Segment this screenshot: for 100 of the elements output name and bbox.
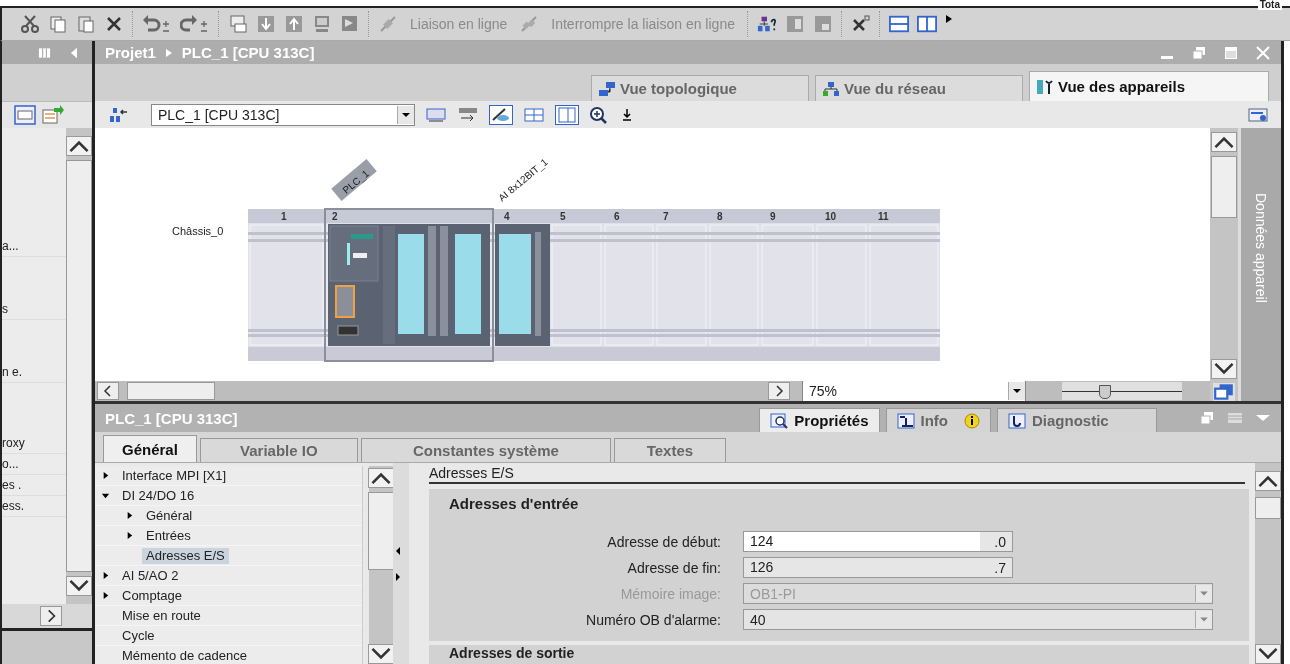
- more-icon[interactable]: [944, 14, 953, 24]
- copy-icon[interactable]: [48, 14, 68, 34]
- rename-icon[interactable]: [457, 105, 479, 124]
- redo-icon[interactable]: [180, 14, 210, 34]
- grid-icon[interactable]: [523, 105, 545, 124]
- nav-item[interactable]: Général: [142, 507, 197, 524]
- undo-icon[interactable]: [142, 14, 172, 34]
- properties-tab[interactable]: Constantes système: [360, 438, 611, 462]
- split-vertical-icon[interactable]: [916, 14, 937, 34]
- nav-item[interactable]: Cycle: [118, 627, 159, 644]
- device-dropdown[interactable]: PLC_1 [CPU 313C]: [151, 103, 415, 126]
- slot-number: 1: [281, 211, 287, 222]
- slot-number: 4: [504, 211, 510, 222]
- scrollbar[interactable]: [1255, 463, 1281, 664]
- nav-item[interactable]: Entrées: [142, 527, 195, 544]
- scroll-down-icon[interactable]: [1255, 644, 1281, 664]
- compile-icon[interactable]: [228, 14, 248, 34]
- view-tab[interactable]: Vue des appareils: [1029, 71, 1269, 101]
- slot-number: 8: [717, 211, 723, 222]
- scroll-down-icon[interactable]: [368, 644, 394, 664]
- scroll-up-icon[interactable]: [368, 468, 394, 488]
- scroll-down-icon[interactable]: [1211, 359, 1237, 379]
- runtime-icon[interactable]: [340, 14, 360, 34]
- scroll-up-icon[interactable]: [1255, 471, 1281, 491]
- network-icon[interactable]: [107, 105, 129, 124]
- collapsed-arrow-icon[interactable]: [125, 531, 134, 540]
- breadcrumb-arrow-icon: [165, 48, 172, 57]
- collapsed-arrow-icon[interactable]: [125, 511, 134, 520]
- nav-item[interactable]: Interface MPI [X1]: [118, 467, 231, 484]
- nav-item[interactable]: Adresses E/S: [142, 547, 229, 564]
- scrollbar-thumb[interactable]: [127, 382, 215, 400]
- stethoscope-icon: [1008, 412, 1026, 429]
- nav-item[interactable]: Comptage: [118, 587, 186, 604]
- collapsed-arrow-icon[interactable]: [101, 571, 110, 580]
- info-icon: [896, 412, 915, 429]
- collapsed-arrow-icon[interactable]: [101, 591, 110, 600]
- scroll-right-icon[interactable]: [40, 606, 62, 626]
- inspector-title: PLC_1 [CPU 313C]: [105, 409, 238, 427]
- slot-number: 11: [878, 211, 889, 222]
- zoom-dropdown[interactable]: 75%: [802, 380, 1026, 402]
- device-tool-icon: [1036, 78, 1054, 95]
- field-label: Adresse de fin:: [626, 559, 721, 576]
- slot-number: 2: [332, 211, 338, 222]
- slot-number: 7: [663, 211, 669, 222]
- slot-number: 10: [825, 211, 837, 222]
- paste-icon[interactable]: [76, 14, 96, 34]
- table-export-icon[interactable]: [42, 105, 64, 125]
- scrollbar[interactable]: [2, 604, 92, 628]
- view-tab[interactable]: Vue du réseau: [815, 75, 1023, 101]
- nav-item[interactable]: DI 24/DO 16: [118, 487, 199, 504]
- scrollbar-thumb[interactable]: [1255, 497, 1281, 519]
- group-title: Adresses d'entrée: [449, 495, 580, 513]
- expand-right-icon[interactable]: [395, 571, 401, 582]
- properties-tab[interactable]: Général: [103, 435, 197, 462]
- scroll-up-icon[interactable]: [1211, 132, 1237, 152]
- scrollbar[interactable]: [1210, 128, 1238, 401]
- upload-icon[interactable]: [284, 14, 304, 34]
- address-field[interactable]: 126 .7: [743, 557, 1013, 578]
- collapsed-arrow-icon[interactable]: [101, 471, 110, 480]
- field-label: Numéro OB d'alarme:: [585, 611, 721, 628]
- network-icon: [822, 80, 840, 97]
- module-width-icon[interactable]: [425, 105, 447, 124]
- scroll-down-icon[interactable]: [66, 576, 92, 596]
- panel-icon[interactable]: [555, 104, 579, 125]
- properties-icon: [770, 412, 789, 429]
- device-data-icon[interactable]: [1247, 105, 1269, 124]
- table-icon[interactable]: [14, 105, 36, 125]
- nav-item[interactable]: Mémento de cadence: [118, 647, 252, 664]
- scrollbar-thumb[interactable]: [1211, 156, 1237, 218]
- overview-icon[interactable]: [1213, 383, 1235, 401]
- split-horizontal-icon[interactable]: [888, 14, 909, 34]
- scrollbar-thumb[interactable]: [368, 492, 394, 570]
- cut-icon[interactable]: [20, 14, 40, 34]
- slot-number: 9: [770, 211, 776, 222]
- topology-icon: [598, 80, 616, 97]
- group-title: Adresses de sortie: [449, 645, 575, 661]
- scroll-left-icon[interactable]: [97, 382, 119, 400]
- properties-tab[interactable]: Variable IO: [199, 438, 358, 462]
- expanded-arrow-icon[interactable]: [101, 491, 110, 500]
- scrollbar[interactable]: [369, 466, 393, 664]
- section-heading: Adresses E/S: [429, 465, 1245, 484]
- network-help-icon[interactable]: [756, 14, 777, 34]
- info-badge-icon: [964, 412, 980, 429]
- inspector-tab[interactable]: Diagnostic: [997, 408, 1157, 432]
- slot-number: 6: [614, 211, 620, 222]
- chassis-label: Châssis_0: [172, 225, 224, 237]
- inspector-tab[interactable]: Propriétés: [759, 408, 880, 432]
- address-field[interactable]: 124 .0: [743, 531, 1013, 552]
- dropdown-field[interactable]: 40: [743, 609, 1213, 630]
- show-hide-icon[interactable]: [489, 104, 513, 125]
- properties-tab[interactable]: Textes: [613, 438, 726, 462]
- nav-item[interactable]: Mise en route: [118, 607, 205, 624]
- field-label: Mémoire image:: [619, 585, 721, 602]
- inspector-tab[interactable]: Info: [885, 408, 991, 432]
- nav-item[interactable]: AI 5/AO 2: [118, 567, 183, 584]
- scroll-up-icon[interactable]: [66, 136, 92, 156]
- field-label: Adresse de début:: [606, 533, 721, 550]
- rack-drawing[interactable]: [248, 159, 940, 362]
- view-tab[interactable]: Vue topologique: [591, 75, 809, 101]
- scroll-right-icon[interactable]: [768, 382, 790, 400]
